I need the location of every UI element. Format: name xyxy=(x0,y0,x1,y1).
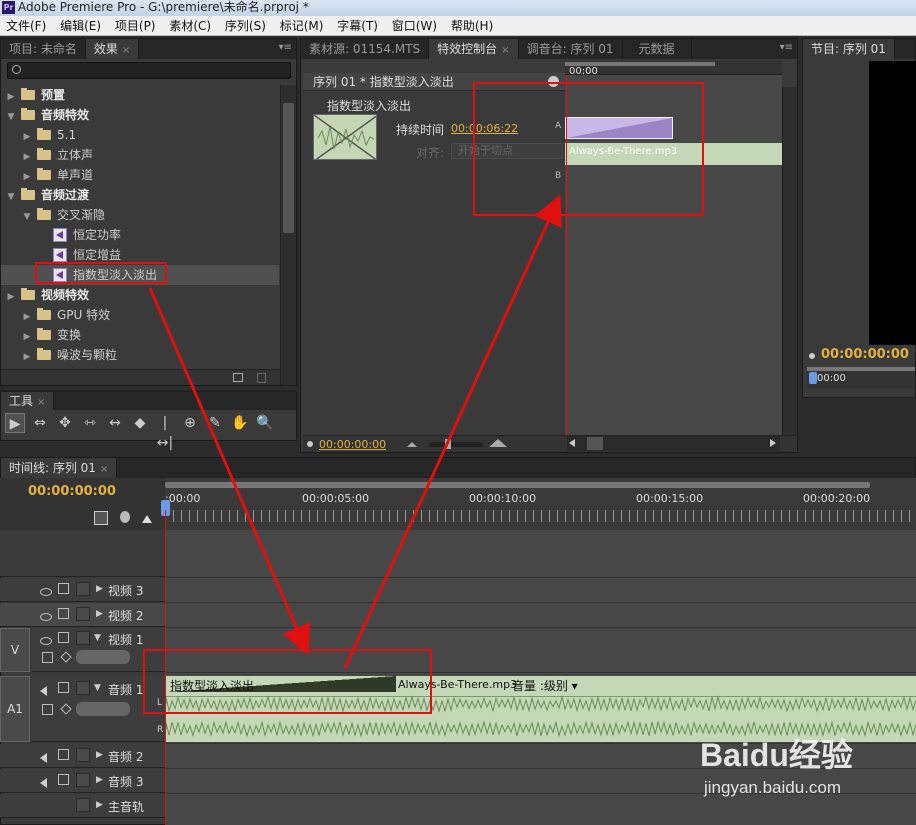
baidu-watermark: Baidu经验 jingyan.baidu.com xyxy=(700,737,853,797)
annotation-arrows xyxy=(148,194,562,669)
